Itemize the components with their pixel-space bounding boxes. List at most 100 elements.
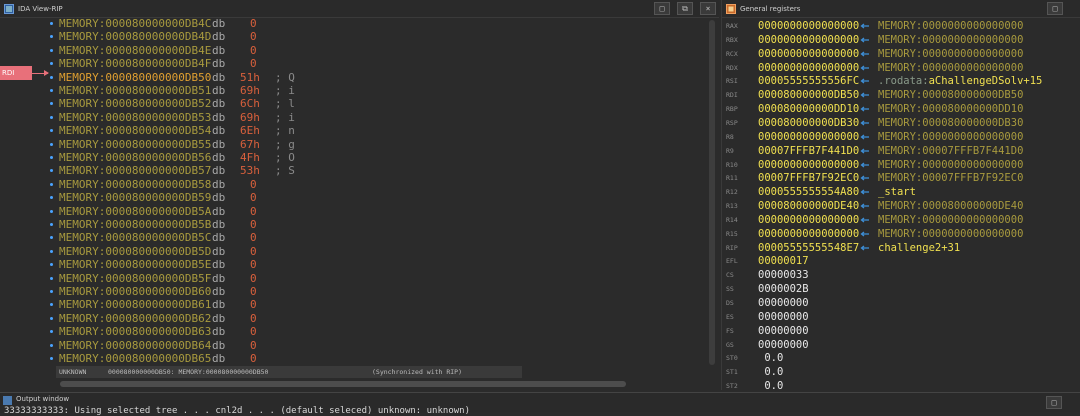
register-value[interactable]: 0.0 bbox=[758, 365, 783, 379]
register-row[interactable]: RAX 0000000000000000 MEMORY:00000000000000… bbox=[722, 19, 1072, 33]
register-row[interactable]: R8 0000000000000000 MEMORY:000000000000000… bbox=[722, 130, 1072, 144]
register-value[interactable]: 00000017 bbox=[758, 254, 809, 268]
hex-row[interactable]: MEMORY:000080000000DB54 db 6Eh ; n bbox=[0, 124, 700, 137]
register-target[interactable]: MEMORY:0000000000000000 bbox=[878, 19, 1023, 33]
register-value[interactable]: 000080000000DB50 bbox=[758, 88, 859, 102]
hex-row[interactable]: MEMORY:000080000000DB4E db 0 bbox=[0, 44, 700, 57]
jump-arrow-icon[interactable] bbox=[860, 217, 870, 223]
register-target[interactable]: MEMORY:0000000000000000 bbox=[878, 61, 1023, 75]
output-restore-button[interactable]: □ bbox=[1046, 396, 1062, 409]
register-row[interactable]: RDX 0000000000000000 MEMORY:00000000000000… bbox=[722, 61, 1072, 75]
jump-arrow-icon[interactable] bbox=[860, 134, 870, 140]
register-row[interactable]: EFL 00000017 bbox=[722, 254, 1072, 268]
hex-row[interactable]: MEMORY:000080000000DB65 db 0 bbox=[0, 352, 700, 365]
jump-arrow-icon[interactable] bbox=[860, 37, 870, 43]
register-value[interactable]: 00000000 bbox=[758, 338, 809, 352]
breakpoint-dot-icon[interactable] bbox=[50, 357, 53, 360]
register-target[interactable]: MEMORY:0000000000000000 bbox=[878, 158, 1023, 172]
register-value[interactable]: 00005555555548E7 bbox=[758, 241, 859, 255]
register-target[interactable]: MEMORY:0000000000000000 bbox=[878, 213, 1023, 227]
register-row[interactable]: ES 00000000 bbox=[722, 310, 1072, 324]
jump-arrow-icon[interactable] bbox=[860, 189, 870, 195]
register-value[interactable]: 00000000 bbox=[758, 324, 809, 338]
breakpoint-dot-icon[interactable] bbox=[50, 303, 53, 307]
register-value[interactable]: 0000000000000000 bbox=[758, 33, 859, 47]
breakpoint-dot-icon[interactable] bbox=[50, 142, 53, 146]
breakpoint-dot-icon[interactable] bbox=[50, 330, 53, 334]
hex-vertical-scroll-thumb[interactable] bbox=[709, 20, 715, 365]
breakpoint-dot-icon[interactable] bbox=[50, 316, 53, 320]
register-value[interactable]: 0000000000000000 bbox=[758, 213, 859, 227]
register-row[interactable]: R9 00007FFFB7F441D0 MEMORY:00007FFFB7F441D… bbox=[722, 144, 1072, 158]
register-target[interactable]: MEMORY:000080000000DB30 bbox=[878, 116, 1023, 130]
register-value[interactable]: 0000000000000000 bbox=[758, 47, 859, 61]
breakpoint-dot-icon[interactable] bbox=[50, 129, 53, 133]
register-value[interactable]: 000080000000DB30 bbox=[758, 116, 859, 130]
breakpoint-dot-icon[interactable] bbox=[50, 263, 53, 267]
ida-view-float-button[interactable]: ⧉ bbox=[677, 2, 693, 15]
hex-row[interactable]: MEMORY:000080000000DB61 db 0 bbox=[0, 298, 700, 311]
breakpoint-dot-icon[interactable] bbox=[50, 236, 53, 240]
register-target[interactable]: MEMORY:000080000000DB50 bbox=[878, 88, 1023, 102]
register-value[interactable]: 00007FFFB7F92EC0 bbox=[758, 171, 859, 185]
register-row[interactable]: ST2 0.0 bbox=[722, 379, 1072, 393]
hex-row[interactable]: MEMORY:000080000000DB5A db 0 bbox=[0, 205, 700, 218]
register-value[interactable]: 00000000 bbox=[758, 296, 809, 310]
register-target[interactable]: MEMORY:00007FFFB7F441D0 bbox=[878, 144, 1023, 158]
hex-row[interactable]: MEMORY:000080000000DB55 db 67h ; g bbox=[0, 138, 700, 151]
register-value[interactable]: 0000002B bbox=[758, 282, 809, 296]
breakpoint-dot-icon[interactable] bbox=[50, 35, 53, 39]
register-row[interactable]: R14 0000000000000000 MEMORY:00000000000000… bbox=[722, 213, 1072, 227]
register-target[interactable]: MEMORY:000080000000DD10 bbox=[878, 102, 1023, 116]
breakpoint-dot-icon[interactable] bbox=[50, 343, 53, 347]
register-value[interactable]: 0000555555554A80 bbox=[758, 185, 859, 199]
register-value[interactable]: 0000000000000000 bbox=[758, 158, 859, 172]
jump-arrow-icon[interactable] bbox=[860, 175, 870, 181]
register-value[interactable]: 00005555555556FC bbox=[758, 74, 859, 88]
hex-horizontal-scrollbar[interactable] bbox=[56, 381, 628, 387]
hex-row[interactable]: MEMORY:000080000000DB5E db 0 bbox=[0, 258, 700, 271]
register-value[interactable]: 00000033 bbox=[758, 268, 809, 282]
register-value[interactable]: 0000000000000000 bbox=[758, 61, 859, 75]
register-row[interactable]: FS 00000000 bbox=[722, 324, 1072, 338]
hex-row[interactable]: MEMORY:000080000000DB5B db 0 bbox=[0, 218, 700, 231]
hex-row[interactable]: MEMORY:000080000000DB57 db 53h ; S bbox=[0, 164, 700, 177]
register-row[interactable]: CS 00000033 bbox=[722, 268, 1072, 282]
register-row[interactable]: RSP 000080000000DB30 MEMORY:000080000000DB… bbox=[722, 116, 1072, 130]
hex-row[interactable]: MEMORY:000080000000DB56 db 4Fh ; O bbox=[0, 151, 700, 164]
register-row[interactable]: R15 0000000000000000 MEMORY:00000000000000… bbox=[722, 227, 1072, 241]
register-row[interactable]: RBX 0000000000000000 MEMORY:00000000000000… bbox=[722, 33, 1072, 47]
register-row[interactable]: RBP 000080000000DD10 MEMORY:000080000000DD… bbox=[722, 102, 1072, 116]
register-row[interactable]: SS 0000002B bbox=[722, 282, 1072, 296]
jump-arrow-icon[interactable] bbox=[860, 65, 870, 71]
register-target[interactable]: MEMORY:000080000000DE40 bbox=[878, 199, 1023, 213]
register-value[interactable]: 00007FFFB7F441D0 bbox=[758, 144, 859, 158]
register-row[interactable]: R13 000080000000DE40 MEMORY:000080000000DE… bbox=[722, 199, 1072, 213]
jump-arrow-icon[interactable] bbox=[860, 106, 870, 112]
registers-restore-button[interactable]: □ bbox=[1047, 2, 1063, 15]
jump-arrow-icon[interactable] bbox=[860, 161, 870, 168]
breakpoint-dot-icon[interactable] bbox=[50, 62, 53, 66]
hex-row[interactable]: MEMORY:000080000000DB5C db 0 bbox=[0, 231, 700, 244]
jump-arrow-icon[interactable] bbox=[860, 148, 870, 154]
hex-row[interactable]: MEMORY:000080000000DB51 db 69h ; i bbox=[0, 84, 700, 97]
breakpoint-dot-icon[interactable] bbox=[50, 115, 53, 119]
breakpoint-dot-icon[interactable] bbox=[50, 182, 53, 186]
register-value[interactable]: 000080000000DD10 bbox=[758, 102, 859, 116]
hex-row[interactable]: MEMORY:000080000000DB60 db 0 bbox=[0, 285, 700, 298]
hex-row[interactable]: MEMORY:000080000000DB53 db 69h ; i bbox=[0, 111, 700, 124]
hex-row[interactable]: MEMORY:000080000000DB52 db 6Ch ; l bbox=[0, 97, 700, 110]
register-row[interactable]: ST1 0.0 bbox=[722, 365, 1072, 379]
breakpoint-dot-icon[interactable] bbox=[50, 156, 53, 159]
register-target[interactable]: MEMORY:0000000000000000 bbox=[878, 227, 1023, 241]
register-target[interactable]: MEMORY:00007FFFB7F92EC0 bbox=[878, 171, 1023, 185]
register-row[interactable]: GS 00000000 bbox=[722, 338, 1072, 352]
register-row[interactable]: R10 0000000000000000 MEMORY:00000000000000… bbox=[722, 158, 1072, 172]
hex-row[interactable]: MEMORY:000080000000DB5D db 0 bbox=[0, 245, 700, 258]
breakpoint-dot-icon[interactable] bbox=[50, 169, 53, 173]
breakpoint-dot-icon[interactable] bbox=[50, 48, 53, 52]
hex-row[interactable]: MEMORY:000080000000DB64 db 0 bbox=[0, 339, 700, 352]
breakpoint-dot-icon[interactable] bbox=[50, 276, 53, 280]
register-row[interactable]: RSI 00005555555556FC .rodata:aChallengeDSo… bbox=[722, 74, 1072, 88]
ida-view-close-button[interactable]: × bbox=[700, 2, 716, 15]
